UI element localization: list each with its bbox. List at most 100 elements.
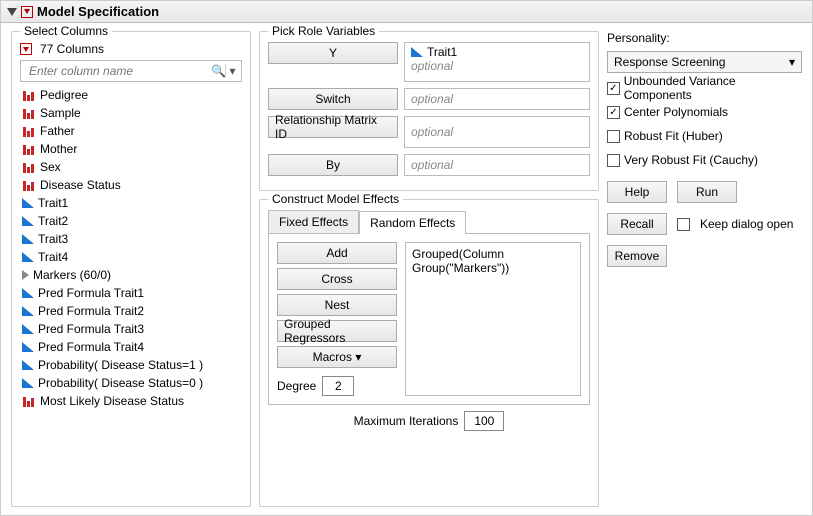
right-panel: Personality: Response Screening ▾ ✓Unbou… <box>607 31 802 507</box>
column-label: Pred Formula Trait3 <box>38 322 144 336</box>
effects-tabs: Fixed Effects Random Effects <box>268 210 590 233</box>
robust-label: Robust Fit (Huber) <box>624 129 723 143</box>
model-spec-window: Model Specification Select Columns 77 Co… <box>0 0 813 516</box>
degree-label: Degree <box>277 379 316 393</box>
tab-fixed[interactable]: Fixed Effects <box>268 210 359 233</box>
list-item[interactable]: Father <box>20 122 242 140</box>
list-item[interactable]: Trait2 <box>20 212 242 230</box>
effect-row[interactable]: Grouped(Column Group("Markers")) <box>412 247 574 275</box>
nest-button[interactable]: Nest <box>277 294 397 316</box>
relmat-slot[interactable]: optional <box>404 116 590 148</box>
by-button[interactable]: By <box>268 154 398 176</box>
help-button[interactable]: Help <box>607 181 667 203</box>
nominal-icon <box>22 395 36 407</box>
list-item[interactable]: Probability( Disease Status=1 ) <box>20 356 242 374</box>
personality-label: Personality: <box>607 31 802 45</box>
maxiter-input[interactable] <box>464 411 504 431</box>
list-item[interactable]: Pred Formula Trait3 <box>20 320 242 338</box>
center-label: Center Polynomials <box>624 105 728 119</box>
group-icon <box>22 270 29 280</box>
search-input[interactable] <box>27 63 211 79</box>
column-label: Trait3 <box>38 232 68 246</box>
unbounded-checkbox[interactable]: ✓ <box>607 82 620 95</box>
list-item[interactable]: Markers (60/0) <box>20 266 242 284</box>
window-title: Model Specification <box>37 4 159 19</box>
select-columns-group: Select Columns 77 Columns 🔍 ▾ PedigreeSa… <box>11 31 251 507</box>
column-label: Pred Formula Trait1 <box>38 286 144 300</box>
add-button[interactable]: Add <box>277 242 397 264</box>
search-icon[interactable]: 🔍 <box>211 64 225 78</box>
switch-slot[interactable]: optional <box>404 88 590 110</box>
nominal-icon <box>22 107 36 119</box>
list-item[interactable]: Trait1 <box>20 194 242 212</box>
column-label: Trait4 <box>38 250 68 264</box>
column-label: Mother <box>40 142 77 156</box>
switch-button[interactable]: Switch <box>268 88 398 110</box>
y-slot[interactable]: Trait1 optional <box>404 42 590 82</box>
nominal-icon <box>22 125 36 137</box>
personality-value: Response Screening <box>614 55 725 69</box>
nominal-icon <box>22 89 36 101</box>
list-item[interactable]: Pred Formula Trait4 <box>20 338 242 356</box>
y-optional: optional <box>411 59 453 73</box>
y-value: Trait1 <box>427 45 457 59</box>
robust-checkbox[interactable] <box>607 130 620 143</box>
list-item[interactable]: Mother <box>20 140 242 158</box>
cross-button[interactable]: Cross <box>277 268 397 290</box>
macros-button[interactable]: Macros ▾ <box>277 346 397 368</box>
center-checkbox[interactable]: ✓ <box>607 106 620 119</box>
tab-random[interactable]: Random Effects <box>359 211 466 234</box>
continuous-icon <box>22 288 34 298</box>
grouped-button[interactable]: Grouped Regressors <box>277 320 397 342</box>
by-slot[interactable]: optional <box>404 154 590 176</box>
column-label: Trait1 <box>38 196 68 210</box>
column-label: Pred Formula Trait2 <box>38 304 144 318</box>
remove-button[interactable]: Remove <box>607 245 667 267</box>
effects-list[interactable]: Grouped(Column Group("Markers")) <box>405 242 581 396</box>
pick-role-legend: Pick Role Variables <box>268 24 379 38</box>
columns-count: 77 Columns <box>40 42 104 56</box>
column-list[interactable]: Pedigree Sample Father Mother SexDisease Sta… <box>20 86 242 498</box>
list-item[interactable]: Pedigree <box>20 86 242 104</box>
list-item[interactable]: Disease Status <box>20 176 242 194</box>
columns-menu-icon[interactable] <box>20 43 32 55</box>
continuous-icon <box>22 216 34 226</box>
continuous-icon <box>22 342 34 352</box>
column-label: Pred Formula Trait4 <box>38 340 144 354</box>
relmat-button[interactable]: Relationship Matrix ID <box>268 116 398 138</box>
run-button[interactable]: Run <box>677 181 737 203</box>
nominal-icon <box>22 179 36 191</box>
list-item[interactable]: Sex <box>20 158 242 176</box>
search-dropdown-icon[interactable]: ▾ <box>225 64 239 78</box>
continuous-icon <box>22 324 34 334</box>
section-icon[interactable] <box>21 6 33 18</box>
personality-select[interactable]: Response Screening ▾ <box>607 51 802 73</box>
list-item[interactable]: Most Likely Disease Status <box>20 392 242 410</box>
list-item[interactable]: Trait4 <box>20 248 242 266</box>
list-item[interactable]: Pred Formula Trait1 <box>20 284 242 302</box>
y-button[interactable]: Y <box>268 42 398 64</box>
continuous-icon <box>411 47 423 57</box>
continuous-icon <box>22 306 34 316</box>
pick-role-group: Pick Role Variables Y Trait1 optional Sw… <box>259 31 599 191</box>
continuous-icon <box>22 252 34 262</box>
continuous-icon <box>22 198 34 208</box>
column-label: Most Likely Disease Status <box>40 394 184 408</box>
list-item[interactable]: Pred Formula Trait2 <box>20 302 242 320</box>
list-item[interactable]: Trait3 <box>20 230 242 248</box>
column-label: Trait2 <box>38 214 68 228</box>
degree-input[interactable] <box>322 376 354 396</box>
select-columns-legend: Select Columns <box>20 24 112 38</box>
keep-open-checkbox[interactable] <box>677 218 690 231</box>
nominal-icon <box>22 143 36 155</box>
column-label: Probability( Disease Status=0 ) <box>38 376 203 390</box>
list-item[interactable]: Probability( Disease Status=0 ) <box>20 374 242 392</box>
very-robust-checkbox[interactable] <box>607 154 620 167</box>
effects-buttons: Add Cross Nest Grouped Regressors Macros… <box>277 242 397 396</box>
column-label: Sample <box>40 106 81 120</box>
column-search[interactable]: 🔍 ▾ <box>20 60 242 82</box>
disclose-icon[interactable] <box>7 8 17 16</box>
recall-button[interactable]: Recall <box>607 213 667 235</box>
maxiter-label: Maximum Iterations <box>354 414 459 428</box>
list-item[interactable]: Sample <box>20 104 242 122</box>
